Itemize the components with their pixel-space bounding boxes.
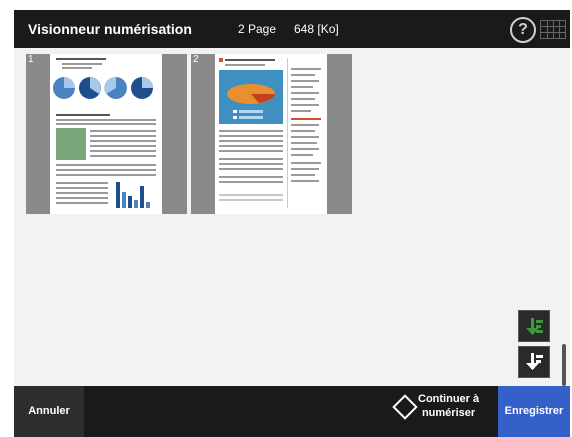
footer-bar: Annuler Continuer à numériser Enregistre…: [14, 386, 570, 437]
help-icon[interactable]: ?: [510, 17, 536, 43]
window-title: Visionneur numérisation: [28, 21, 192, 37]
scan-viewer-window: Visionneur numérisation 2 Page 648 [Ko] …: [14, 10, 570, 437]
page-count: 2 Page: [238, 22, 277, 36]
map-image: [56, 128, 86, 160]
header-bar: Visionneur numérisation 2 Page 648 [Ko] …: [14, 10, 570, 48]
file-size: 648 [Ko]: [294, 22, 339, 36]
page-thumbnail-2[interactable]: 2: [191, 54, 352, 214]
move-page-icon: [526, 353, 543, 370]
pie-charts-illustration: [53, 76, 153, 99]
keyboard-icon[interactable]: [540, 20, 566, 39]
bar-chart-illustration: [116, 182, 150, 208]
continue-scanning-label: Continuer à numériser: [418, 393, 480, 419]
continue-scanning-button[interactable]: Continuer à numériser: [392, 386, 492, 437]
page-number: 2: [193, 54, 199, 65]
move-page-button[interactable]: [518, 346, 550, 378]
scrollbar[interactable]: [562, 344, 566, 386]
save-button[interactable]: Enregistrer: [498, 386, 570, 437]
page-number: 1: [28, 54, 34, 65]
cancel-button[interactable]: Annuler: [14, 386, 84, 437]
page-preview: [215, 54, 327, 214]
3d-pie-chart-illustration: [219, 70, 283, 124]
insert-page-icon: [526, 318, 543, 335]
insert-page-button[interactable]: [518, 310, 550, 342]
page-thumbnail-1[interactable]: 1: [26, 54, 187, 214]
continue-scan-icon: [392, 394, 418, 420]
thumbnail-area: 1 2: [14, 48, 570, 398]
page-preview: [50, 54, 162, 214]
